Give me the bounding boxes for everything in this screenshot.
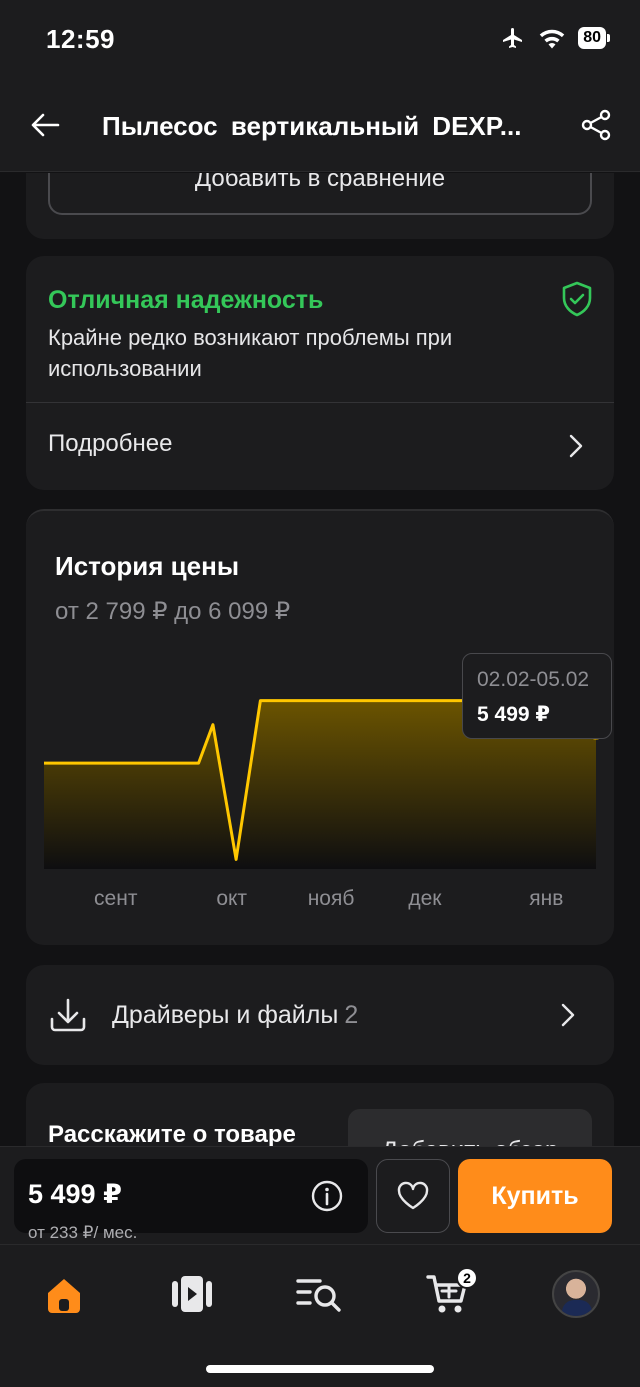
price-range: от 2 799 ₽ до 6 099 ₽ — [55, 598, 291, 625]
drivers-count: 2 — [344, 1001, 359, 1029]
shield-check-icon — [562, 281, 592, 317]
drivers-label: Драйверы и файлы 2 — [112, 1001, 358, 1030]
reliability-more-link[interactable]: Подробнее — [48, 430, 172, 458]
chevron-right-icon — [561, 1003, 575, 1027]
tab-cart[interactable]: 2 — [418, 1267, 478, 1321]
page-title: Пылесос вертикальный DEXP... — [102, 111, 522, 141]
add-review-button[interactable]: Добавить обзор — [348, 1109, 592, 1146]
tooltip-price: 5 499 ₽ — [477, 703, 550, 726]
avatar — [552, 1270, 600, 1318]
add-to-compare-button[interactable]: Добавить в сравнение — [48, 173, 592, 215]
wifi-icon — [539, 29, 565, 49]
price-box: 5 499 ₽ от 233 ₽/ мес. — [14, 1159, 368, 1242]
tab-search[interactable] — [290, 1267, 350, 1321]
back-arrow-icon[interactable] — [28, 108, 62, 142]
purchase-bar: 5 499 ₽ от 233 ₽/ мес. Купить — [0, 1146, 640, 1244]
price-tooltip: 02.02-05.02 5 499 ₽ — [462, 653, 612, 739]
favorite-button[interactable] — [376, 1159, 450, 1233]
scroll-content[interactable]: Добавить в сравнение Отличная надежность… — [0, 173, 640, 1146]
status-bar: 12:59 80 — [0, 0, 640, 80]
list-search-icon — [296, 1279, 341, 1312]
info-icon[interactable] — [310, 1179, 344, 1213]
status-icons: 80 — [500, 26, 610, 50]
review-title: Расскажите о товаре — [48, 1121, 296, 1146]
video-catalog-icon — [172, 1276, 212, 1312]
share-icon[interactable] — [580, 108, 612, 142]
month-tick-label: дек — [408, 887, 442, 910]
review-card: Расскажите о товаре Добавить обзор — [26, 1083, 614, 1146]
tooltip-date: 02.02-05.02 — [477, 668, 590, 691]
compare-card: Добавить в сравнение — [26, 173, 614, 239]
chevron-right-icon[interactable] — [568, 432, 584, 460]
reliability-description: Крайне редко возникают проблемы при испо… — [48, 325, 453, 381]
status-time: 12:59 — [46, 24, 115, 54]
battery-indicator: 80 — [578, 27, 610, 49]
drivers-title: Драйверы и файлы — [112, 1001, 339, 1029]
tab-home[interactable] — [34, 1267, 94, 1321]
nav-bar: Пылесос вертикальный DEXP... — [0, 80, 640, 172]
drivers-files-row[interactable]: Драйверы и файлы 2 — [26, 965, 614, 1065]
month-tick-label: окт — [216, 887, 247, 910]
month-tick-label: нояб — [308, 887, 355, 910]
tab-profile[interactable] — [546, 1267, 606, 1321]
credit-price: от 233 ₽/ мес. — [28, 1223, 138, 1242]
tab-bar: 2 — [0, 1244, 640, 1387]
current-price: 5 499 ₽ — [28, 1179, 122, 1209]
tab-catalog[interactable] — [162, 1267, 222, 1321]
home-icon — [48, 1279, 80, 1313]
reliability-card: Отличная надежность Крайне редко возника… — [26, 256, 614, 490]
airplane-icon — [503, 28, 523, 48]
divider — [26, 402, 614, 403]
heart-icon — [397, 1181, 429, 1210]
month-tick-label: сент — [94, 887, 138, 910]
reliability-title: Отличная надежность — [48, 286, 324, 314]
month-tick-label: янв — [529, 887, 563, 910]
download-icon — [50, 998, 86, 1032]
buy-button[interactable]: Купить — [458, 1159, 612, 1233]
home-indicator — [206, 1365, 434, 1373]
price-history-title: История цены — [55, 551, 240, 581]
cart-badge: 2 — [456, 1267, 478, 1289]
price-history-card: История цены от 2 799 ₽ до 6 099 ₽ сент о… — [26, 509, 614, 945]
